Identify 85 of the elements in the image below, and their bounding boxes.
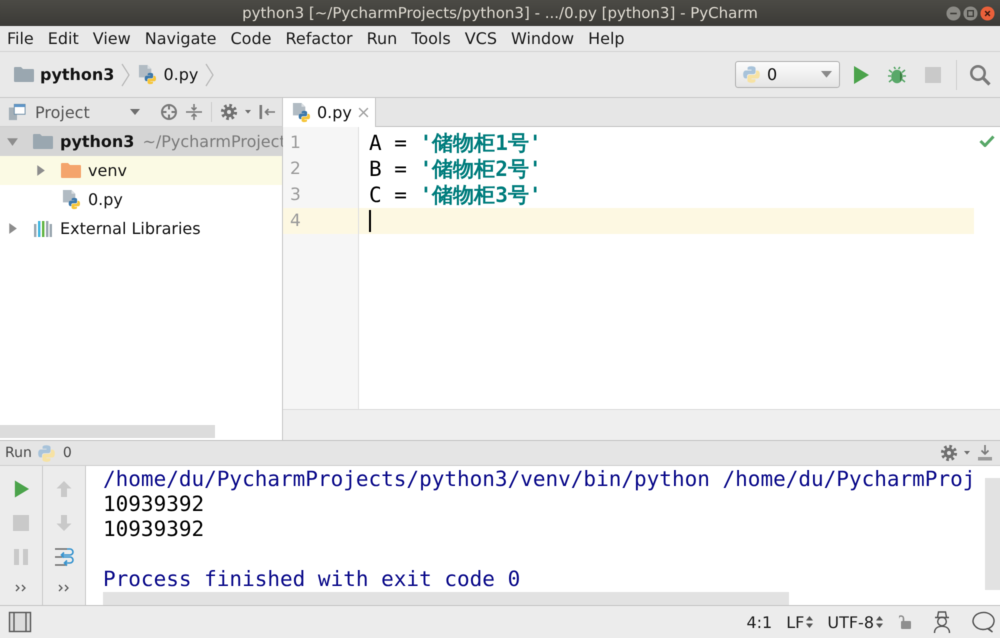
- menu-item[interactable]: Tools: [404, 26, 458, 51]
- tree-row[interactable]: External Libraries: [0, 214, 282, 243]
- menu-item[interactable]: Navigate: [138, 26, 224, 51]
- close-icon[interactable]: [980, 6, 995, 20]
- horizontal-scrollbar[interactable]: [0, 425, 215, 438]
- line-number: 1: [289, 132, 302, 155]
- caret-down-icon[interactable]: [245, 110, 251, 114]
- python-logo-icon: [742, 65, 761, 84]
- caret-position[interactable]: 4:1: [746, 612, 772, 632]
- tree-row[interactable]: python3 ~/PycharmProject: [0, 127, 282, 156]
- console-line: Process finished with exit code 0: [103, 567, 522, 592]
- console-line: /home/du/PycharmProjects/python3/venv/bin/python /home/du/PycharmProj: [103, 467, 976, 492]
- gear-icon[interactable]: [220, 103, 238, 121]
- text-cursor-icon: [369, 210, 371, 232]
- up-down-arrows-icon[interactable]: [876, 616, 883, 628]
- chevron-right-icon: [205, 62, 214, 86]
- speech-bubble-icon[interactable]: [971, 610, 995, 634]
- folder-icon: [61, 162, 81, 179]
- open-lock-icon[interactable]: [899, 614, 913, 630]
- menu-item[interactable]: Code: [224, 26, 278, 51]
- person-with-hat-icon[interactable]: [931, 610, 953, 634]
- menu-item[interactable]: Window: [504, 26, 582, 51]
- console-line: 10939392: [103, 492, 206, 517]
- code-line: C = '储物柜3号': [368, 182, 543, 208]
- tree-item-label: 0.py: [88, 190, 123, 209]
- play-icon[interactable]: [12, 479, 30, 499]
- caret-down-icon[interactable]: [821, 71, 832, 78]
- caret-down-icon[interactable]: [964, 451, 970, 455]
- up-down-arrows-icon[interactable]: [806, 616, 814, 628]
- bug-icon[interactable]: [886, 64, 908, 86]
- collapse-all-icon[interactable]: [185, 103, 203, 121]
- chevron-right-icon: [121, 62, 130, 86]
- folder-icon: [14, 66, 34, 83]
- chevrons-right-icon[interactable]: [58, 584, 70, 592]
- editor-tab[interactable]: 0.py: [283, 98, 376, 127]
- tree-item-label: python3: [60, 132, 134, 151]
- python-file-icon: [292, 102, 311, 123]
- crosshair-icon[interactable]: [160, 103, 178, 121]
- gear-icon[interactable]: [940, 444, 958, 462]
- folder-icon: [33, 133, 53, 150]
- check-icon: [979, 135, 995, 147]
- menu-item[interactable]: File: [0, 26, 41, 51]
- hide-panel-icon[interactable]: [258, 103, 276, 121]
- window-title: python3 [~/PycharmProjects/python3] - .../0.py [python3] - PyCharm: [242, 4, 758, 22]
- project-view-dropdown[interactable]: Project: [6, 98, 144, 126]
- caret-down-icon[interactable]: [130, 109, 140, 115]
- python-file-icon: [62, 189, 80, 210]
- code-line: A = '储物柜1号': [368, 130, 543, 156]
- vertical-scrollbar[interactable]: [985, 478, 1000, 590]
- soft-wrap-icon[interactable]: [53, 546, 75, 568]
- menu-item[interactable]: Run: [360, 26, 404, 51]
- maximize-icon[interactable]: [963, 6, 978, 20]
- python-file-icon: [138, 64, 158, 85]
- run-panel-title: Run: [5, 445, 32, 461]
- minimize-icon[interactable]: [946, 6, 961, 20]
- menu-item[interactable]: Refactor: [278, 26, 360, 51]
- line-separator-selector[interactable]: LF: [786, 612, 814, 632]
- horizontal-scrollbar[interactable]: [103, 592, 789, 605]
- run-tab[interactable]: 0: [36, 444, 72, 462]
- line-number: 4: [283, 208, 358, 234]
- python-logo-icon: [36, 444, 56, 462]
- run-configuration-dropdown[interactable]: 0: [735, 61, 840, 88]
- play-icon[interactable]: [852, 64, 870, 84]
- chevrons-right-icon[interactable]: [15, 584, 27, 592]
- tree-row[interactable]: venv: [0, 156, 282, 185]
- library-bars-icon: [33, 220, 53, 238]
- tree-row[interactable]: 0.py: [0, 185, 282, 214]
- menu-item[interactable]: View: [86, 26, 138, 51]
- breadcrumb[interactable]: 0.py: [138, 64, 198, 85]
- code-line: B = '储物柜2号': [368, 156, 543, 182]
- project-window-icon: [8, 103, 26, 121]
- hide-panel-icon[interactable]: [976, 444, 994, 462]
- close-icon[interactable]: [358, 107, 369, 118]
- encoding-selector[interactable]: UTF-8: [827, 612, 883, 632]
- menu-item[interactable]: Edit: [40, 26, 86, 51]
- console-line: 10939392: [103, 517, 206, 542]
- line-number: 2: [289, 158, 302, 181]
- tree-item-label: External Libraries: [60, 219, 201, 238]
- tool-window-toggle-icon[interactable]: [8, 610, 32, 634]
- line-number: 3: [289, 184, 302, 207]
- menu-item[interactable]: VCS: [458, 26, 504, 51]
- search-icon[interactable]: [969, 64, 991, 86]
- menu-item[interactable]: Help: [581, 26, 632, 51]
- breadcrumb[interactable]: python3: [14, 65, 114, 84]
- tree-item-label: venv: [88, 161, 127, 180]
